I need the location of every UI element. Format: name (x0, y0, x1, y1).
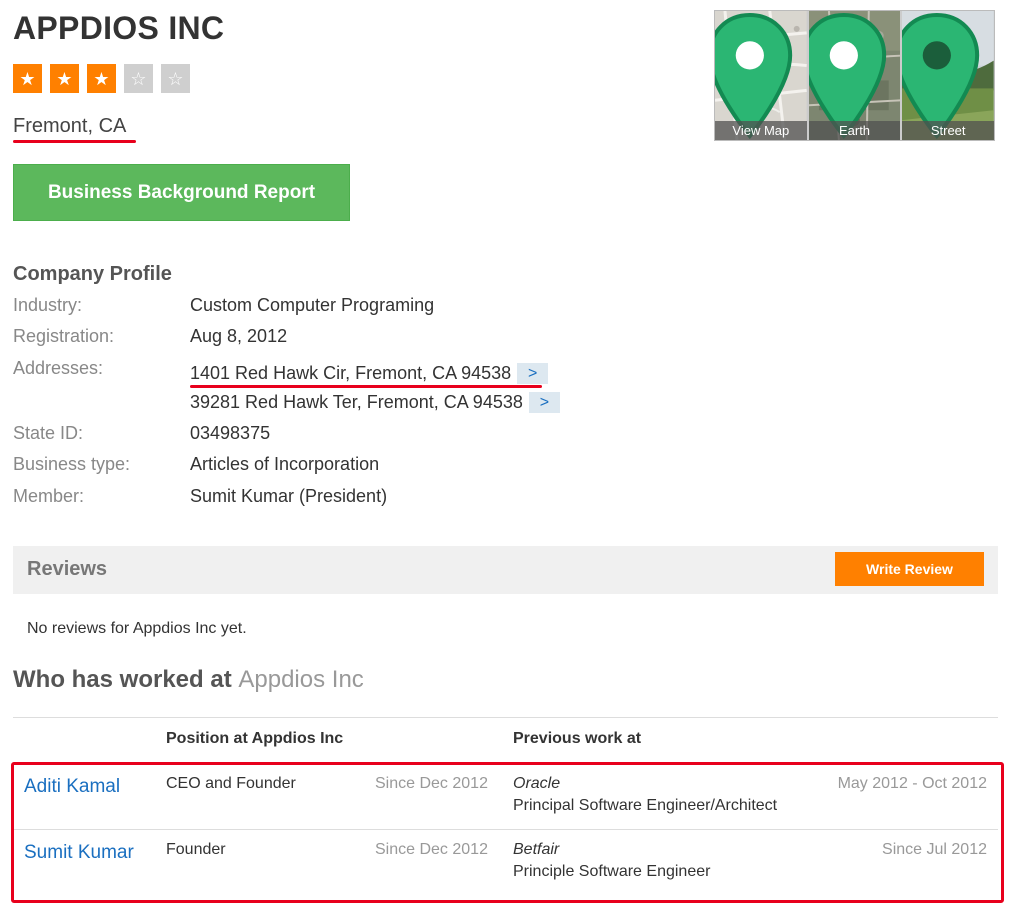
employee-position: Founder (166, 841, 226, 858)
table-top-divider (13, 717, 998, 718)
address-line-2: 39281 Red Hawk Ter, Fremont, CA 94538 > (190, 392, 560, 413)
address-2-link-button[interactable]: > (528, 392, 560, 413)
previous-dates: May 2012 - Oct 2012 (837, 775, 987, 792)
view-map-label: View Map (715, 121, 807, 140)
addresses-label: Addresses: (13, 358, 104, 378)
industry-label: Industry: (13, 295, 83, 315)
star-filled-icon: ★ (13, 64, 42, 93)
reviews-header: Reviews Write Review (13, 546, 998, 594)
previous-company: Betfair (513, 841, 560, 858)
star-rating: ★ ★ ★ ☆ ☆ (13, 64, 190, 93)
state-id-label: State ID: (13, 423, 84, 443)
street-label: Street (902, 121, 995, 140)
address-text-1: 1401 Red Hawk Cir, Fremont, CA 94538 (190, 363, 512, 383)
earth-thumbnail[interactable]: Earth (808, 11, 901, 140)
star-filled-icon: ★ (50, 64, 79, 93)
member-label: Member: (13, 486, 85, 506)
street-thumbnail[interactable]: Street (902, 11, 995, 140)
city-annotation-underline (13, 140, 136, 143)
address-1-link-button[interactable]: > (517, 363, 549, 384)
previous-title: Principle Software Engineer (513, 863, 711, 880)
business-background-report-button[interactable]: Business Background Report (13, 164, 350, 221)
company-title: APPDIOS INC (13, 10, 225, 46)
who-worked-title: Who has worked at (13, 666, 232, 693)
registration-label: Registration: (13, 326, 115, 346)
position-column-header: Position at Appdios Inc (166, 730, 344, 747)
address-text-2: 39281 Red Hawk Ter, Fremont, CA 94538 (190, 392, 523, 412)
business-type-label: Business type: (13, 454, 131, 474)
employee-name-link[interactable]: Sumit Kumar (24, 842, 134, 864)
state-id-value: 03498375 (190, 423, 271, 443)
row-divider (13, 829, 998, 830)
industry-value: Custom Computer Programing (190, 295, 435, 315)
who-worked-company: Appdios Inc (238, 666, 364, 693)
employee-since: Since Dec 2012 (375, 775, 488, 792)
table-header-divider (13, 762, 998, 763)
who-worked-heading: Who has worked at Appdios Inc (13, 666, 364, 694)
previous-dates: Since Jul 2012 (882, 841, 987, 858)
previous-title: Principal Software Engineer/Architect (513, 797, 778, 814)
star-empty-icon: ☆ (124, 64, 153, 93)
company-city: Fremont, CA (13, 115, 127, 137)
previous-work-column-header: Previous work at (513, 730, 642, 747)
star-empty-icon: ☆ (161, 64, 190, 93)
reviews-heading: Reviews (27, 558, 108, 580)
previous-company: Oracle (513, 775, 561, 792)
earth-label: Earth (808, 121, 901, 140)
registration-value: Aug 8, 2012 (190, 326, 288, 346)
member-value: Sumit Kumar (President) (190, 486, 388, 506)
employee-name-link[interactable]: Aditi Kamal (24, 776, 120, 798)
no-reviews-message: No reviews for Appdios Inc yet. (27, 620, 247, 637)
business-type-value: Articles of Incorporation (190, 454, 380, 474)
address-line-1: 1401 Red Hawk Cir, Fremont, CA 94538 > (190, 363, 549, 384)
address-annotation-underline (190, 385, 542, 388)
employee-position: CEO and Founder (166, 775, 296, 792)
map-thumbnails: View Map Earth Street (714, 10, 995, 141)
write-review-button[interactable]: Write Review (835, 552, 984, 586)
star-filled-icon: ★ (87, 64, 116, 93)
company-profile-heading: Company Profile (13, 263, 172, 285)
employee-since: Since Dec 2012 (375, 841, 488, 858)
view-map-thumbnail[interactable]: View Map (715, 11, 807, 140)
